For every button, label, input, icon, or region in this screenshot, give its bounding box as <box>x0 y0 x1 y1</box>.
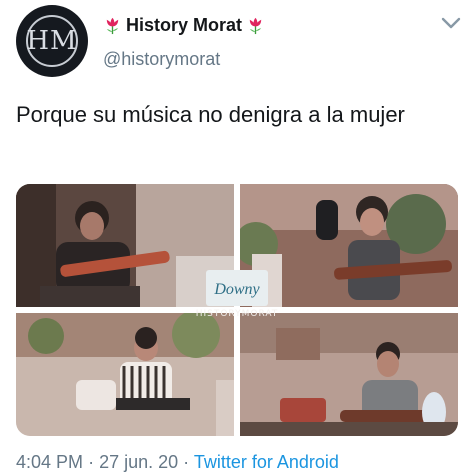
tulip-icon <box>249 17 262 34</box>
chevron-down-icon[interactable] <box>440 15 462 31</box>
tweet-media-photo[interactable]: Downy HISTORYMORAT <box>16 184 458 436</box>
avatar-monogram: HM <box>26 15 78 67</box>
timestamp-time[interactable]: 4:04 PM <box>16 452 83 472</box>
separator: · <box>88 452 95 472</box>
tweet-meta: 4:04 PM · 27 jun. 20 · Twitter for Andro… <box>16 452 339 473</box>
avatar[interactable]: HM <box>16 5 88 77</box>
tulip-icon <box>106 17 119 34</box>
photo-tile-seated-guitarist <box>240 313 458 436</box>
photo-tile-keyboardist <box>16 310 234 436</box>
tweet-text: Porque su música no denigra a la mujer <box>16 102 405 127</box>
photo-tile-guitarist-headphones <box>16 184 234 307</box>
user-handle[interactable]: @historymorat <box>103 49 220 70</box>
author-name-row[interactable]: History Morat <box>103 14 265 36</box>
source-link[interactable]: Twitter for Android <box>194 452 339 472</box>
timestamp-date[interactable]: 27 jun. 20 <box>99 452 178 472</box>
photo-collage: Downy HISTORYMORAT <box>16 184 458 436</box>
tweet-card[interactable]: HM History Morat @historymorat Porque su… <box>0 0 474 474</box>
separator: · <box>183 452 190 472</box>
downy-label: Downy <box>213 281 260 298</box>
watermark: HISTORYMORAT <box>196 309 279 319</box>
display-name[interactable]: History Morat <box>126 15 242 36</box>
